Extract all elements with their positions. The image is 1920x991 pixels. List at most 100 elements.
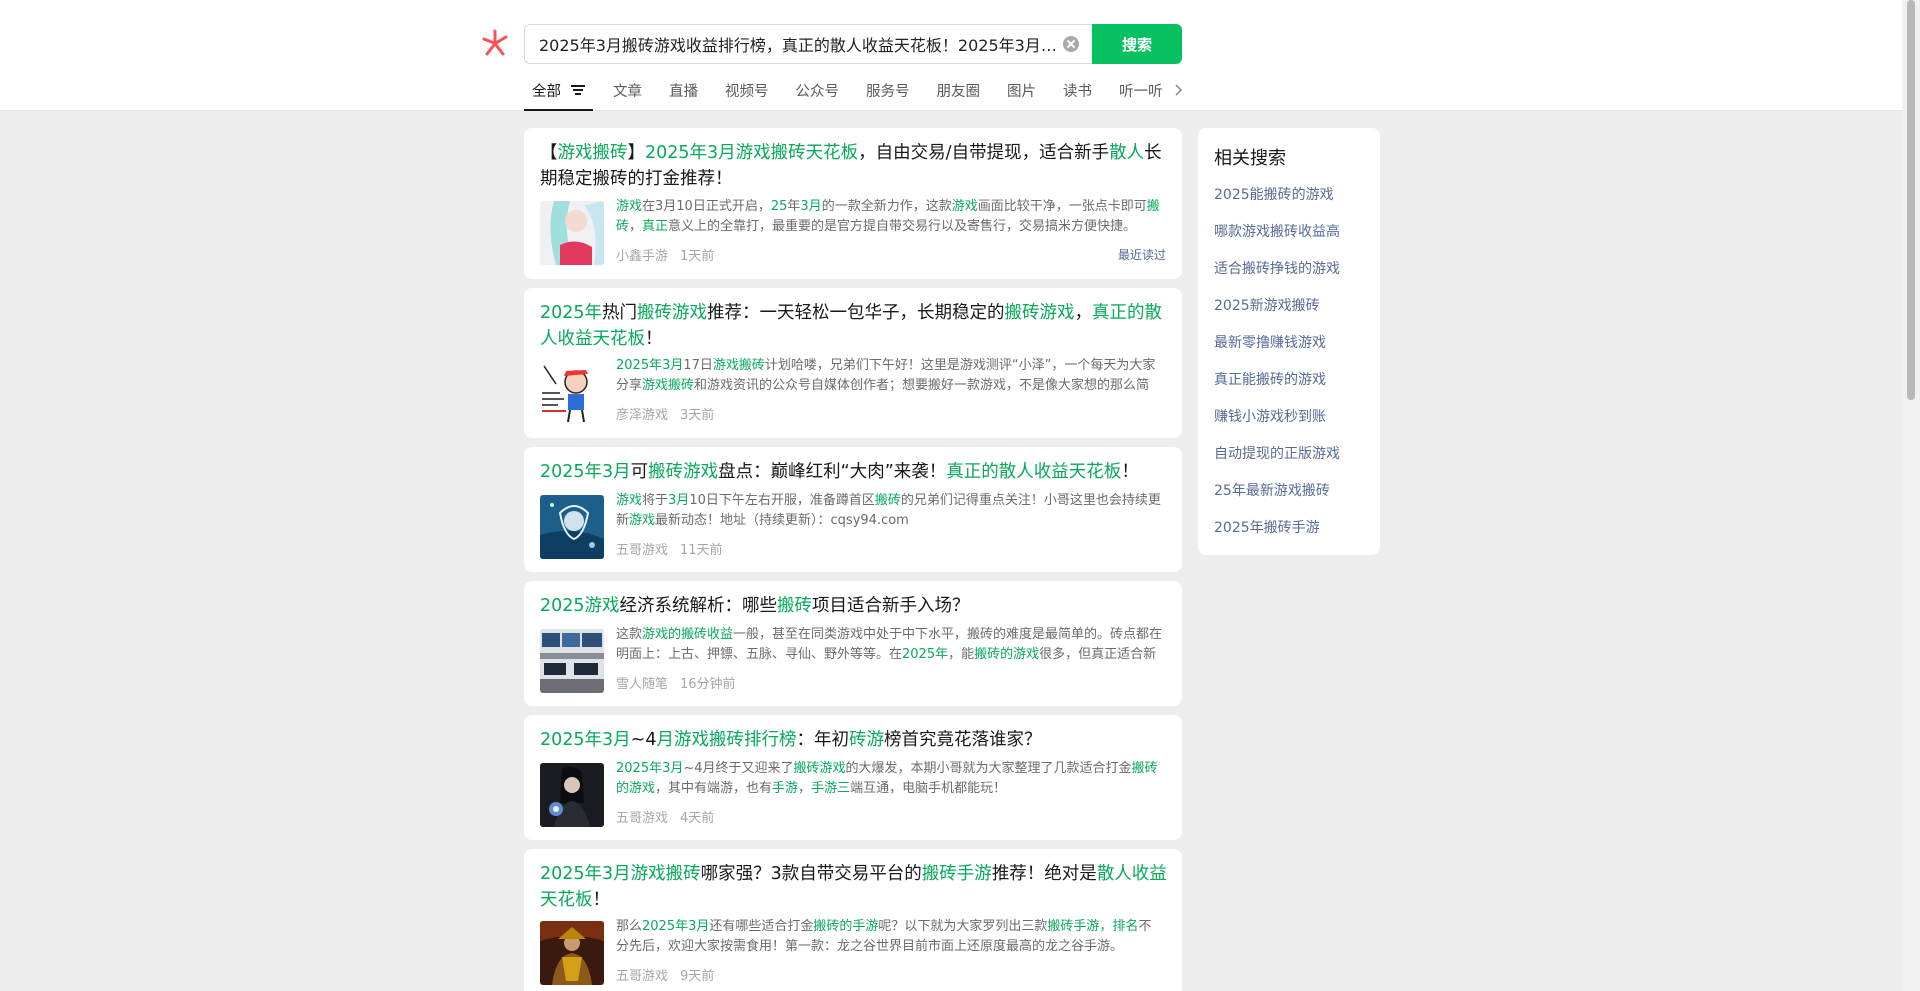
wechat-search-logo-icon[interactable] xyxy=(480,28,510,58)
search-input[interactable] xyxy=(539,25,1059,63)
result-source[interactable]: 五哥游戏 xyxy=(616,543,668,558)
highlighted-keyword: 3月 xyxy=(800,199,822,214)
result-description: 游戏在3月10日正式开启，25年3月的一款全新力作，这款游戏画面比较干净，一张点… xyxy=(616,197,1164,237)
text-segment: 还有哪些适合打金 xyxy=(709,919,814,934)
text-segment: 哪家强？3款自带交易平台的 xyxy=(700,864,922,884)
text-segment: ，自由交易/自带提现，适合新手 xyxy=(858,143,1110,163)
result-source[interactable]: 小鑫手游 xyxy=(616,249,668,264)
text-segment: 推荐！绝对是 xyxy=(991,864,1097,884)
highlighted-keyword: 游戏的搬砖收益 xyxy=(642,627,734,642)
scrollbar-thumb[interactable] xyxy=(1907,0,1915,400)
result-card[interactable]: 2025年3月~4月游戏搬砖排行榜：年初砖游榜首究竟花落谁家？ 2025年3月~… xyxy=(524,715,1182,840)
highlighted-keyword: 2025游戏 xyxy=(540,596,620,616)
text-segment: 的大爆发，本期小哥就为大家整理了几款适合打金 xyxy=(845,761,1132,776)
result-card[interactable]: 【游戏搬砖】2025年3月游戏搬砖天花板，自由交易/自带提现，适合新手散人长期稳… xyxy=(524,128,1182,279)
result-source[interactable]: 五哥游戏 xyxy=(616,811,668,826)
highlighted-keyword: 2025年3月 xyxy=(616,761,684,776)
related-search-item[interactable]: 25年最新游戏搬砖 xyxy=(1214,480,1340,517)
text-segment: ，能 xyxy=(948,647,975,662)
highlighted-keyword: 搬砖手游，排名 xyxy=(1047,919,1139,934)
result-title[interactable]: 【游戏搬砖】2025年3月游戏搬砖天花板，自由交易/自带提现，适合新手散人长期稳… xyxy=(540,140,1170,192)
text-segment: 呢？以下就为大家罗列出三款 xyxy=(878,919,1048,934)
tab-moments[interactable]: 朋友圈 xyxy=(933,80,985,111)
search-button[interactable]: 搜索 xyxy=(1092,24,1182,64)
text-segment: ！ xyxy=(645,329,663,349)
tab-all[interactable]: 全部 xyxy=(524,80,593,111)
text-segment: 】 xyxy=(627,143,646,163)
related-searches-title: 相关搜索 xyxy=(1214,148,1286,169)
highlighted-keyword: 真正 xyxy=(642,219,669,234)
search-tabs: 全部 文章 直播 视频号 公众号 服务号 朋友圈 图片 读书 听一听 xyxy=(524,80,1186,111)
related-search-item[interactable]: 适合搬砖挣钱的游戏 xyxy=(1214,258,1340,295)
chevron-right-icon[interactable] xyxy=(1174,84,1184,96)
tab-service-accounts[interactable]: 服务号 xyxy=(862,80,914,111)
result-description: 2025年3月17日游戏搬砖计划哈喽，兄弟们下午好！这里是游戏测评“小泽”，一个… xyxy=(616,356,1164,396)
text-segment: 这款 xyxy=(616,627,643,642)
result-title[interactable]: 2025年3月~4月游戏搬砖排行榜：年初砖游榜首究竟花落谁家？ xyxy=(540,727,1170,753)
result-thumbnail xyxy=(540,763,604,827)
highlighted-keyword: 2025年3月 xyxy=(616,358,684,373)
result-meta: 彦泽游戏 3天前 xyxy=(616,404,714,423)
result-card[interactable]: 2025年热门搬砖游戏推荐：一天轻松一包华子，长期稳定的搬砖游戏，真正的散人收益… xyxy=(524,288,1182,438)
result-thumbnail xyxy=(540,360,604,424)
result-meta: 五哥游戏 11天前 xyxy=(616,539,723,558)
result-title[interactable]: 2025游戏经济系统解析：哪些搬砖项目适合新手入场？ xyxy=(540,593,1170,619)
highlighted-keyword: 2025年3月 xyxy=(540,462,631,482)
highlighted-keyword: 2025年3月 xyxy=(540,730,631,750)
text-segment: 盘点：巅峰红利“大肉”来袭！ xyxy=(718,462,947,482)
result-card[interactable]: 2025游戏经济系统解析：哪些搬砖项目适合新手入场？ 这款游戏的搬砖收益一般，甚… xyxy=(524,581,1182,706)
related-search-item[interactable]: 真正能搬砖的游戏 xyxy=(1214,369,1340,406)
result-time: 3天前 xyxy=(680,408,715,423)
highlighted-keyword: 砖游 xyxy=(848,730,884,750)
result-card[interactable]: 2025年3月游戏搬砖哪家强？3款自带交易平台的搬砖手游推荐！绝对是散人收益天花… xyxy=(524,849,1182,991)
tab-channels[interactable]: 视频号 xyxy=(721,80,773,111)
highlighted-keyword: 游戏 xyxy=(616,199,643,214)
page-scrollbar[interactable] xyxy=(1902,0,1920,991)
result-title[interactable]: 2025年热门搬砖游戏推荐：一天轻松一包华子，长期稳定的搬砖游戏，真正的散人收益… xyxy=(540,300,1170,352)
result-meta: 雪人随笔 16分钟前 xyxy=(616,673,736,692)
text-segment: 意义上的全靠打，最重要的是官方提自带交易行以及寄售行，交易搞米方便快捷。 xyxy=(668,219,1137,234)
result-source[interactable]: 五哥游戏 xyxy=(616,969,668,984)
related-search-item[interactable]: 2025能搬砖的游戏 xyxy=(1214,184,1340,221)
related-searches-panel: 相关搜索 2025能搬砖的游戏 哪款游戏搬砖收益高 适合搬砖挣钱的游戏 2025… xyxy=(1198,128,1380,555)
highlighted-keyword: 搬砖游戏 xyxy=(648,462,719,482)
result-thumbnail xyxy=(540,629,604,693)
filter-icon[interactable] xyxy=(571,85,585,95)
result-title[interactable]: 2025年3月可搬砖游戏盘点：巅峰红利“大肉”来袭！真正的散人收益天花板！ xyxy=(540,459,1170,485)
highlighted-keyword: 25 xyxy=(770,199,788,214)
tab-live[interactable]: 直播 xyxy=(665,80,702,111)
text-segment: ！ xyxy=(1121,462,1139,482)
related-search-item[interactable]: 2025年搬砖手游 xyxy=(1214,517,1340,554)
result-meta: 五哥游戏 9天前 xyxy=(616,965,714,984)
text-segment: 榜首究竟花落谁家？ xyxy=(883,730,1042,750)
related-search-item[interactable]: 赚钱小游戏秒到账 xyxy=(1214,406,1340,443)
highlighted-keyword: 手游三 xyxy=(811,781,851,796)
highlighted-keyword: 搬砖 xyxy=(874,493,901,508)
text-segment: 最新动态！地址（持续更新）：cqsy94.com xyxy=(655,513,909,528)
tab-articles[interactable]: 文章 xyxy=(609,80,646,111)
highlighted-keyword: 搬砖 xyxy=(777,596,813,616)
text-segment: ！ xyxy=(592,890,611,910)
result-time: 4天前 xyxy=(680,811,715,826)
result-description: 这款游戏的搬砖收益一般，甚至在同类游戏中处于中下水平，搬砖的难度是最简单的。砖点… xyxy=(616,625,1164,665)
tab-listen[interactable]: 听一听 xyxy=(1115,80,1167,111)
related-search-item[interactable]: 自动提现的正版游戏 xyxy=(1214,443,1340,480)
recently-read-badge: 最近读过 xyxy=(1117,248,1166,262)
text-segment: 10日下午左右开服，准备蹲首区 xyxy=(689,493,875,508)
tab-images[interactable]: 图片 xyxy=(1003,80,1040,111)
result-time: 16分钟前 xyxy=(680,677,736,692)
clear-search-icon[interactable] xyxy=(1063,36,1079,52)
related-search-item[interactable]: 哪款游戏搬砖收益高 xyxy=(1214,221,1340,258)
tab-official-accounts[interactable]: 公众号 xyxy=(792,80,844,111)
related-search-item[interactable]: 最新零撸赚钱游戏 xyxy=(1214,332,1340,369)
result-title[interactable]: 2025年3月游戏搬砖哪家强？3款自带交易平台的搬砖手游推荐！绝对是散人收益天花… xyxy=(540,861,1170,913)
related-search-item[interactable]: 2025新游戏搬砖 xyxy=(1214,295,1340,332)
text-segment: 端互通，电脑手机都能玩！ xyxy=(850,781,1007,796)
result-source[interactable]: 彦泽游戏 xyxy=(616,408,668,423)
tab-books[interactable]: 读书 xyxy=(1059,80,1096,111)
result-source[interactable]: 雪人随笔 xyxy=(616,677,668,692)
search-box[interactable] xyxy=(524,24,1092,64)
result-card[interactable]: 2025年3月可搬砖游戏盘点：巅峰红利“大肉”来袭！真正的散人收益天花板！ 游戏… xyxy=(524,447,1182,572)
text-segment: ， xyxy=(1074,303,1093,323)
text-segment: 画面比较干净，一张点卡即可 xyxy=(977,199,1147,214)
